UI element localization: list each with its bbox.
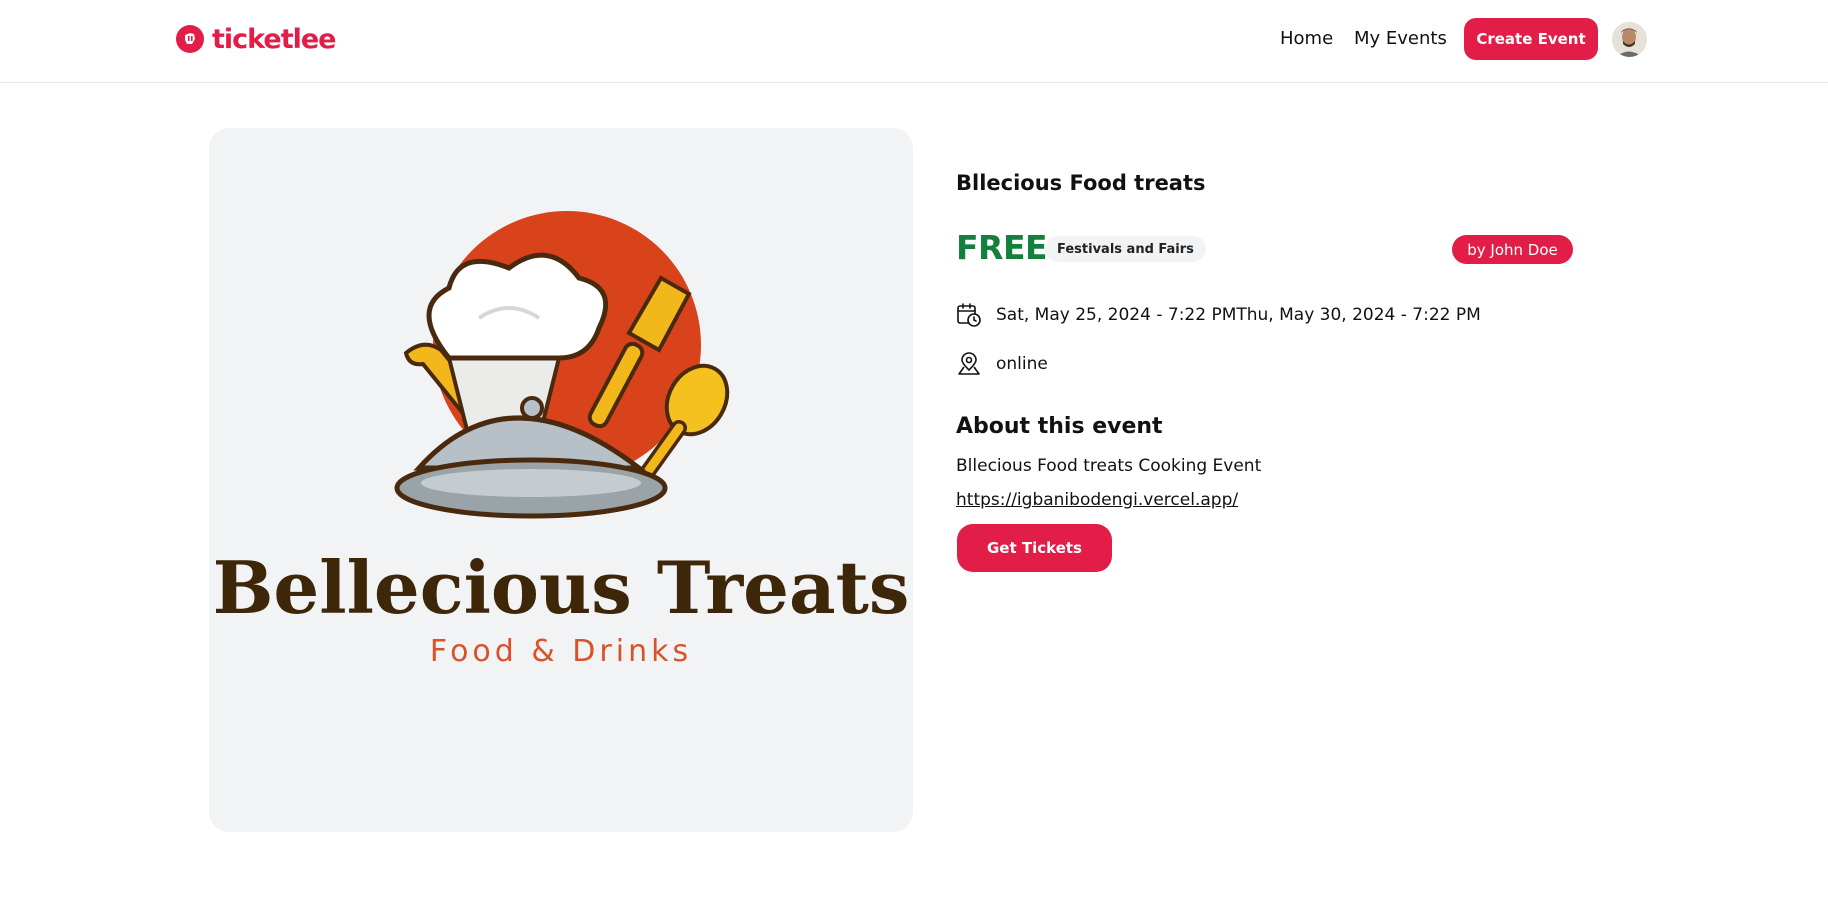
event-title: Bllecious Food treats: [956, 171, 1206, 195]
user-avatar[interactable]: [1612, 22, 1647, 57]
event-date-row: Sat, May 25, 2024 - 7:22 PMThu, May 30, …: [956, 302, 1481, 328]
price-label: FREE: [956, 228, 1048, 267]
event-cover-image: Bellecious Treats Food & Drinks: [209, 128, 913, 832]
about-heading: About this event: [956, 414, 1163, 439]
calendar-clock-icon: [956, 302, 982, 328]
event-description: Bllecious Food treats Cooking Event: [956, 456, 1262, 476]
svg-text:Bellecious Treats: Bellecious Treats: [213, 545, 910, 630]
event-url-link[interactable]: https://igbanibodengi.vercel.app/: [956, 490, 1238, 510]
get-tickets-button[interactable]: Get Tickets: [957, 524, 1112, 572]
nav-my-events-link[interactable]: My Events: [1354, 28, 1447, 49]
event-location: online: [996, 354, 1048, 374]
nav-home-link[interactable]: Home: [1280, 28, 1333, 49]
event-location-row: online: [956, 351, 1048, 377]
logo-link[interactable]: ticketlee: [176, 22, 336, 56]
create-event-button[interactable]: Create Event: [1464, 18, 1598, 60]
event-date-range: Sat, May 25, 2024 - 7:22 PMThu, May 30, …: [996, 305, 1481, 325]
top-navbar: ticketlee Home My Events Create Event: [0, 0, 1828, 83]
organizer-badge: by John Doe: [1452, 235, 1573, 264]
svg-text:Food & Drinks: Food & Drinks: [430, 634, 692, 669]
map-pin-icon: [956, 351, 982, 377]
bellecious-logo-artwork: Bellecious Treats Food & Drinks: [213, 211, 910, 669]
category-badge: Festivals and Fairs: [1045, 236, 1206, 262]
ticket-logo-icon: [176, 25, 204, 53]
logo-text: ticketlee: [212, 23, 336, 55]
